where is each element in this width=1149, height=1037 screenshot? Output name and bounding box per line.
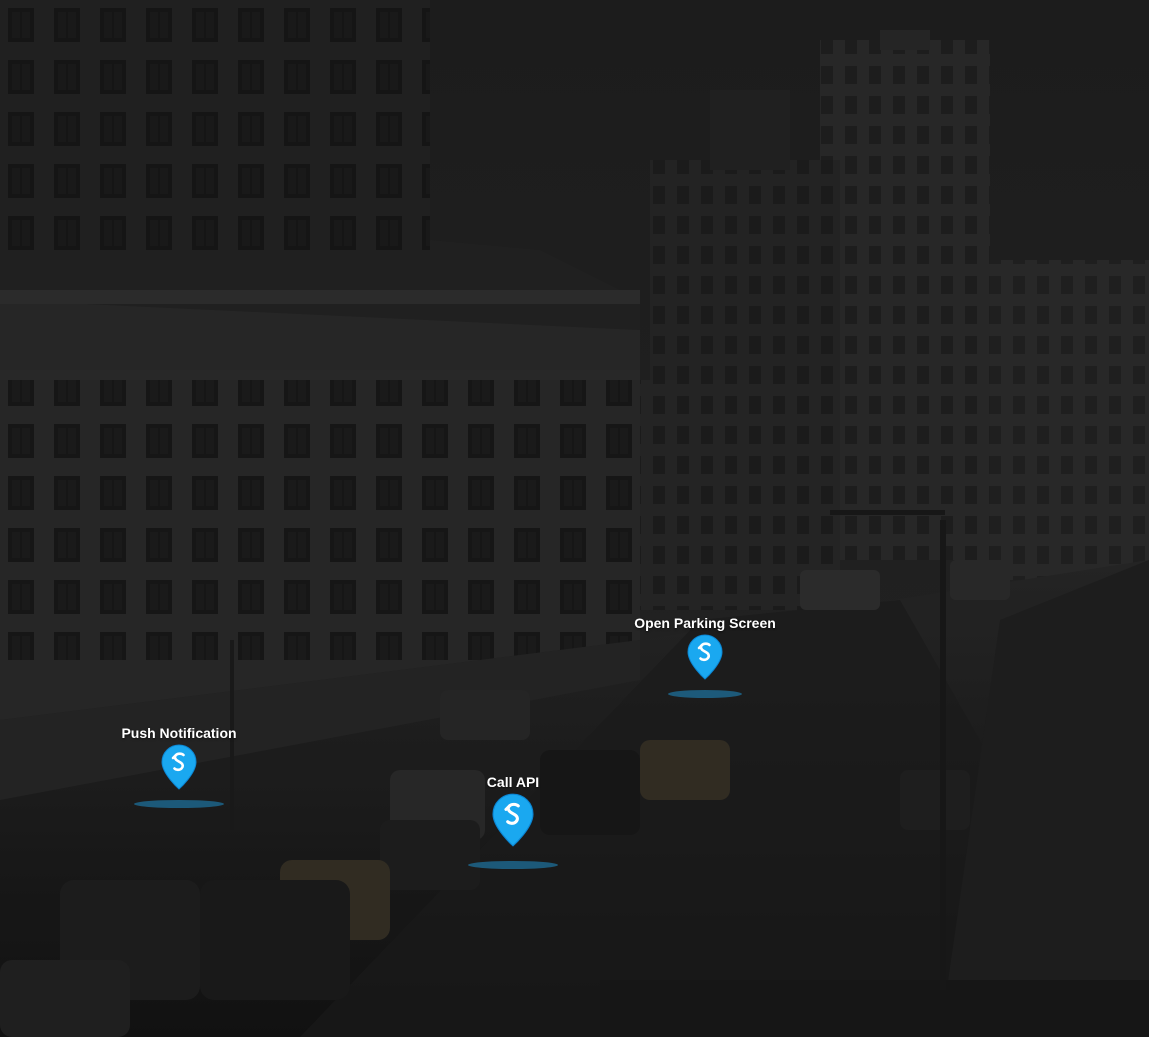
hotspot-ground-shadow (668, 690, 742, 698)
hotspot-push-notification[interactable]: Push Notification (109, 724, 249, 808)
location-pin-icon (687, 634, 723, 680)
hotspot-stage: Open Parking Screen Push Notification Ca… (0, 0, 1149, 1037)
city-street-background (0, 0, 1149, 1037)
hotspot-ground-shadow (134, 800, 224, 808)
location-pin-icon (492, 793, 534, 847)
hotspot-label: Push Notification (121, 725, 237, 741)
hotspot-label: Open Parking Screen (634, 615, 776, 631)
location-pin-icon (161, 744, 197, 790)
hotspot-open-parking-screen[interactable]: Open Parking Screen (634, 614, 776, 698)
hotspot-call-api[interactable]: Call API (443, 773, 583, 869)
hotspot-label: Call API (486, 774, 540, 790)
hotspot-ground-shadow (468, 861, 558, 869)
